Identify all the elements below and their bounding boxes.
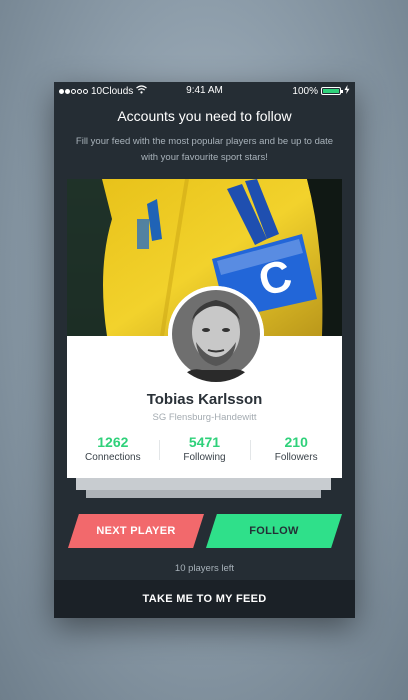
page-title: Accounts you need to follow — [117, 108, 292, 124]
players-left-count: 10 players left — [174, 563, 235, 574]
status-right: 100% — [292, 85, 350, 97]
player-club: SG Flensburg-Handewitt — [152, 412, 257, 423]
stat-followers: 210 Followers — [250, 434, 342, 463]
avatar — [168, 286, 264, 382]
stat-value: 210 — [284, 434, 308, 450]
player-name: Tobias Karlsson — [146, 391, 263, 408]
charging-bolt-icon — [344, 85, 350, 97]
player-card[interactable]: C Tobias Karlsson SG Flensburg-Handewitt… — [67, 179, 342, 478]
stat-label: Followers — [274, 452, 318, 463]
stat-label: Connections — [85, 452, 141, 463]
follow-button[interactable]: FOLLOW — [206, 514, 342, 548]
page-subtitle: Fill your feed with the most popular pla… — [75, 136, 334, 163]
battery-icon — [321, 87, 343, 95]
stat-value: 5471 — [188, 434, 221, 450]
take-me-to-feed-button[interactable]: TAKE ME TO MY FEED — [54, 580, 355, 618]
player-stats: 1262 Connections 5471 Following 210 Foll… — [67, 434, 342, 463]
phone-screen: 10Clouds 9:41 AM 100% Accounts you need … — [54, 82, 355, 618]
stat-following: 5471 Following — [158, 434, 251, 463]
battery-percent: 100% — [292, 85, 318, 97]
stat-value: 1262 — [97, 434, 129, 450]
next-player-button[interactable]: NEXT PLAYER — [68, 514, 204, 548]
stat-connections: 1262 Connections — [67, 434, 159, 463]
status-bar: 10Clouds 9:41 AM 100% — [54, 82, 355, 100]
stat-label: Following — [183, 452, 226, 463]
